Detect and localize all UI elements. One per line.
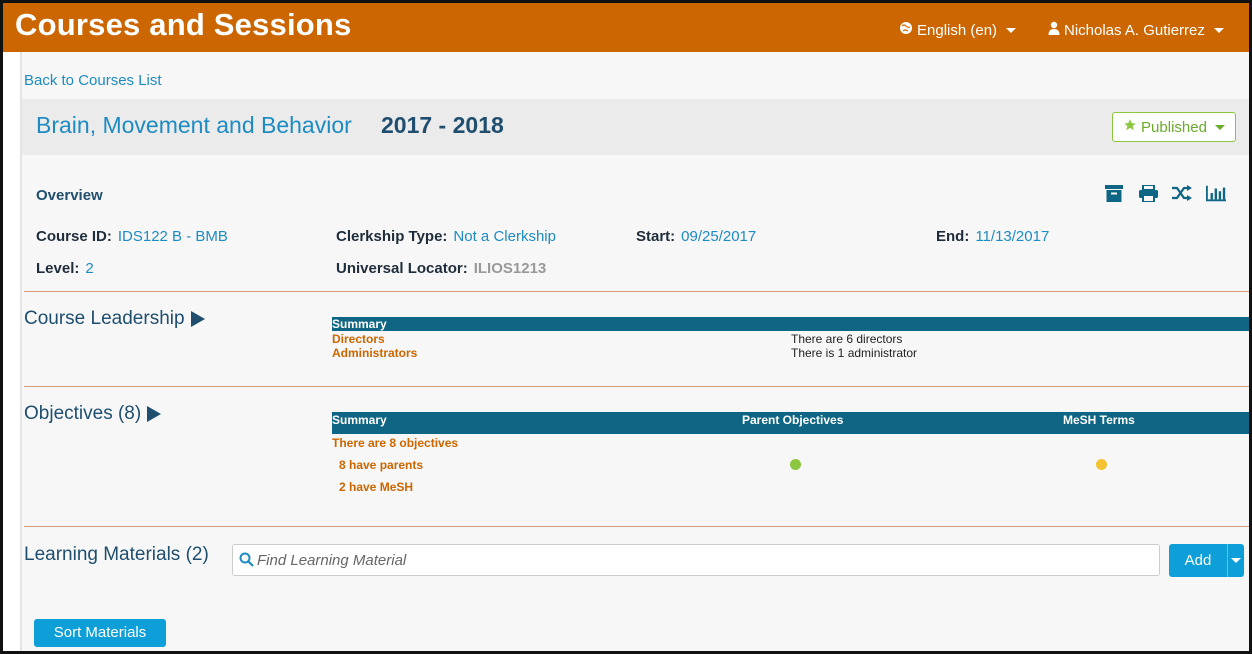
archive-icon[interactable]: [1104, 183, 1124, 203]
user-name: Nicholas A. Gutierrez: [1064, 21, 1205, 39]
chevron-down-icon[interactable]: [1227, 544, 1244, 577]
directors-summary: There are 6 directors: [791, 332, 903, 346]
course-year: 2017 - 2018: [381, 112, 504, 138]
course-name[interactable]: Brain, Movement and Behavior: [36, 112, 352, 139]
add-button-label: Add: [1184, 552, 1212, 569]
clerkship-label: Clerkship Type:: [336, 228, 448, 245]
administrators-summary: There is 1 administrator: [791, 346, 918, 360]
parent-objectives-status-dot: [790, 459, 801, 470]
end-date-field: End: 11/13/2017: [936, 228, 1049, 245]
parent-objectives-label: Parent Objectives: [742, 413, 844, 427]
search-icon: [239, 552, 254, 572]
section-divider: [24, 526, 1249, 527]
shuffle-icon[interactable]: [1172, 183, 1192, 203]
app-window: Courses and Sessions English (en) Nichol…: [0, 0, 1252, 654]
chevron-down-icon: [1213, 27, 1224, 33]
print-icon[interactable]: [1138, 183, 1158, 203]
start-label: Start:: [636, 228, 676, 245]
course-toolbar: [1104, 183, 1226, 203]
learning-material-search-input[interactable]: [257, 545, 1147, 575]
end-date-value[interactable]: 11/13/2017: [975, 228, 1049, 245]
objectives-with-mesh: 2 have MeSH: [339, 480, 414, 494]
universal-locator-label: Universal Locator:: [336, 260, 468, 277]
start-date-field: Start: 09/25/2017: [636, 228, 756, 245]
back-to-courses-link[interactable]: Back to Courses List: [24, 72, 162, 89]
language-label: English (en): [917, 21, 998, 39]
universal-locator-value: ILIOS1213: [473, 260, 547, 277]
clerkship-value[interactable]: Not a Clerkship: [453, 228, 556, 245]
learning-materials-heading: Learning Materials (2): [24, 544, 209, 566]
sort-materials-button[interactable]: Sort Materials: [34, 619, 166, 647]
user-icon: [1048, 21, 1060, 39]
universal-locator-field: Universal Locator: ILIOS1213: [336, 260, 546, 277]
expand-arrow-icon: [190, 311, 205, 327]
star-icon: [1123, 118, 1137, 136]
objectives-count: There are 8 objectives: [332, 436, 459, 450]
leadership-summary-header: Summary: [332, 317, 1249, 331]
start-date-value[interactable]: 09/25/2017: [681, 228, 756, 245]
app-title: Courses and Sessions: [15, 7, 352, 42]
section-divider: [24, 291, 1249, 292]
bar-chart-icon[interactable]: [1206, 183, 1226, 203]
objectives-summary-label: Summary: [332, 413, 387, 427]
course-id-field: Course ID: IDS122 B - BMB: [36, 228, 228, 245]
user-menu[interactable]: Nicholas A. Gutierrez: [1048, 21, 1224, 39]
learning-material-search: [232, 544, 1160, 576]
objectives-with-parents: 8 have parents: [339, 458, 424, 472]
level-value[interactable]: 2: [85, 260, 93, 277]
learning-materials-title: Learning Materials (2): [24, 544, 209, 565]
level-field: Level: 2: [36, 260, 94, 277]
mesh-terms-label: MeSH Terms: [1063, 413, 1135, 427]
overview-heading: Overview: [36, 187, 103, 204]
level-label: Level:: [36, 260, 80, 277]
course-id-label: Course ID:: [36, 228, 112, 245]
chevron-down-icon: [1006, 27, 1017, 33]
course-detail: Back to Courses List Brain, Movement and…: [20, 52, 1249, 651]
end-label: End:: [936, 228, 970, 245]
add-learning-material-button[interactable]: Add: [1169, 544, 1244, 577]
objectives-toggle[interactable]: Objectives (8): [24, 403, 162, 425]
expand-arrow-icon: [147, 406, 162, 422]
chevron-down-icon: [1214, 124, 1225, 130]
objectives-title: Objectives (8): [24, 403, 142, 424]
mesh-terms-status-dot: [1096, 459, 1107, 470]
publish-status-label: Published: [1141, 118, 1207, 136]
administrators-label: Administrators: [332, 346, 418, 360]
objectives-summary-header: Summary Parent Objectives MeSH Terms: [332, 412, 1249, 434]
section-divider: [24, 386, 1249, 387]
course-leadership-title: Course Leadership: [24, 308, 185, 329]
course-title-bar: Brain, Movement and Behavior 2017 - 2018…: [22, 99, 1249, 155]
publish-status-button[interactable]: Published: [1112, 112, 1236, 142]
globe-icon: [899, 21, 913, 39]
clerkship-field: Clerkship Type: Not a Clerkship: [336, 228, 556, 245]
top-header: Courses and Sessions English (en) Nichol…: [3, 3, 1249, 52]
leadership-summary-label: Summary: [332, 317, 387, 331]
course-id-value[interactable]: IDS122 B - BMB: [118, 228, 228, 245]
language-menu[interactable]: English (en): [899, 21, 1017, 39]
course-leadership-toggle[interactable]: Course Leadership: [24, 308, 205, 330]
directors-label: Directors: [332, 332, 385, 346]
